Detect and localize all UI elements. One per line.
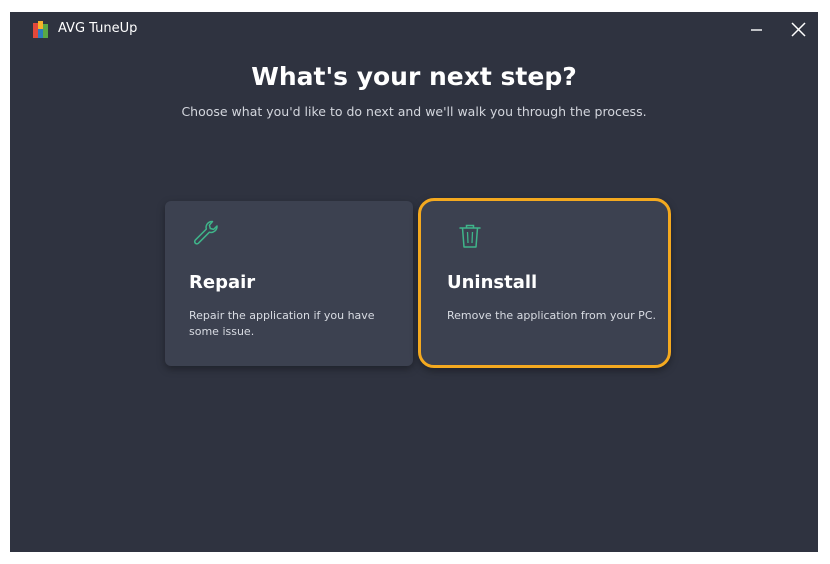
app-window: AVG TuneUp What's your next step? Choose… (10, 12, 818, 552)
minimize-button[interactable] (743, 18, 769, 42)
minimize-icon (751, 29, 762, 31)
page-title: What's your next step? (251, 62, 577, 91)
repair-title: Repair (189, 272, 256, 293)
title-bar: AVG TuneUp (10, 12, 818, 48)
uninstall-option-card[interactable]: Uninstall Remove the application from yo… (418, 198, 671, 368)
avg-logo-icon (33, 21, 48, 38)
uninstall-description: Remove the application from your PC. (447, 309, 656, 322)
close-icon (791, 22, 806, 37)
wrench-icon (193, 220, 218, 245)
app-title: AVG TuneUp (58, 21, 138, 36)
trash-icon (459, 224, 481, 248)
repair-description: Repair the application if you have some … (189, 309, 375, 338)
uninstall-title: Uninstall (447, 272, 538, 293)
page-subtitle: Choose what you'd like to do next and we… (181, 104, 647, 119)
close-button[interactable] (785, 18, 811, 42)
repair-option-card[interactable]: Repair Repair the application if you hav… (165, 201, 413, 366)
